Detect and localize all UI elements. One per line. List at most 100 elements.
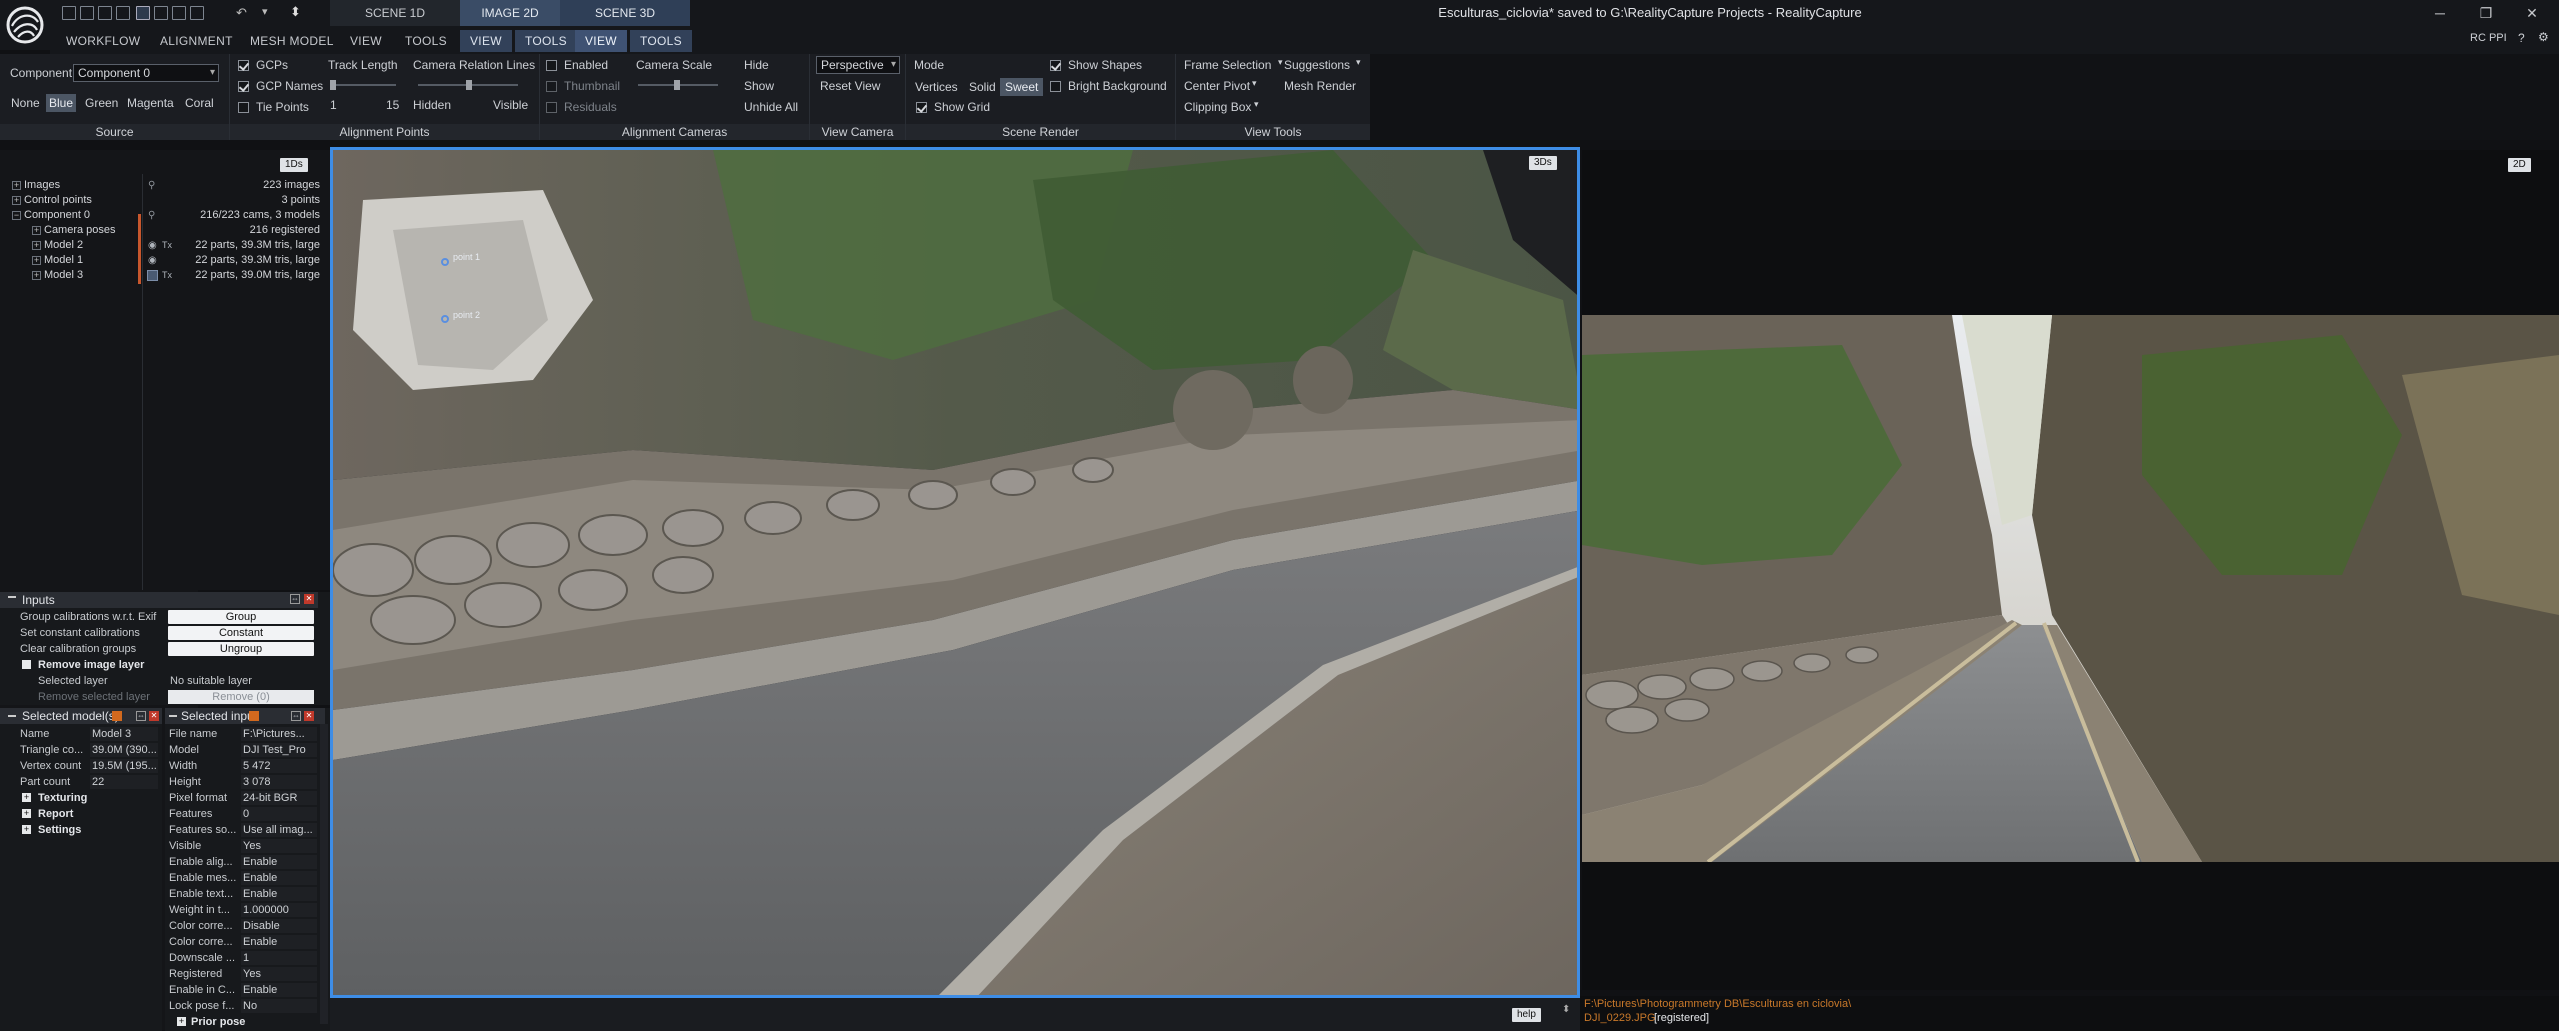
bright-background-checkbox[interactable]	[1050, 81, 1061, 92]
eye-icon[interactable]: ◉	[148, 238, 157, 253]
color-none[interactable]: None	[8, 94, 43, 112]
show-cameras-button[interactable]: Show	[744, 79, 774, 93]
realitycapture-logo-icon[interactable]	[0, 0, 50, 50]
tab-alignment[interactable]: ALIGNMENT	[150, 30, 243, 52]
tab-workflow[interactable]: WORKFLOW	[56, 30, 150, 52]
suggestions-button[interactable]: Suggestions	[1284, 58, 1350, 72]
unhide-all-button[interactable]: Unhide All	[744, 100, 798, 114]
undo-icon[interactable]: ↶	[236, 5, 247, 21]
new-project-icon[interactable]	[62, 6, 76, 20]
section-prior-pose[interactable]: Prior pose	[191, 1014, 245, 1030]
collapse-icon[interactable]	[8, 596, 16, 598]
save-icon[interactable]	[98, 6, 112, 20]
layout-grid-icon[interactable]	[154, 6, 168, 20]
tree-row-model-2[interactable]: + Model 2 ◉ Tx 22 parts, 39.3M tris, lar…	[0, 238, 330, 253]
section-toggle-icon[interactable]	[22, 660, 31, 669]
expand-icon[interactable]: +	[32, 226, 41, 235]
close-icon[interactable]: ✕	[304, 711, 314, 721]
suggestions-chevron-down-icon[interactable]: ▾	[1356, 57, 1361, 68]
enabled-checkbox[interactable]	[546, 60, 557, 71]
layout-columns-icon[interactable]	[172, 6, 186, 20]
close-button[interactable]: ✕	[2512, 0, 2552, 26]
tab-view[interactable]: VIEW	[340, 30, 392, 52]
center-pivot-chevron-down-icon[interactable]: ▾	[1252, 78, 1257, 89]
float-icon[interactable]: ⇔	[291, 711, 301, 721]
tie-points-checkbox[interactable]	[238, 102, 249, 113]
pin-panel-icon[interactable]	[112, 711, 122, 721]
expand-icon[interactable]: +	[22, 793, 31, 802]
input-prop-value[interactable]: Disable	[241, 919, 317, 933]
gcps-checkbox[interactable]	[238, 60, 249, 71]
tab-2d-tools[interactable]: TOOLS	[515, 30, 577, 52]
expand-icon[interactable]: +	[12, 181, 21, 190]
pin-icon[interactable]: ⬍	[290, 4, 301, 20]
scene-3d-render[interactable]	[333, 150, 1580, 998]
track-length-slider[interactable]	[330, 80, 396, 90]
layout-rows-icon[interactable]	[190, 6, 204, 20]
tree-row-images[interactable]: + Images ⚲ 223 images	[0, 178, 330, 193]
input-prop-value[interactable]: 1.000000	[241, 903, 317, 917]
section-report[interactable]: Report	[38, 806, 73, 822]
input-prop-value[interactable]: Enable	[241, 935, 317, 949]
component-select[interactable]: Component 0	[73, 64, 219, 82]
close-icon[interactable]: ✕	[149, 711, 159, 721]
float-icon[interactable]: ⇔	[290, 594, 300, 604]
input-prop-value[interactable]: DJI Test_Pro	[241, 743, 317, 757]
tree-row-model-3[interactable]: + Model 3 Tx 22 parts, 39.0M tris, large	[0, 268, 330, 283]
tree-row-camera-poses[interactable]: + Camera poses 216 registered	[0, 223, 330, 238]
group-button[interactable]: Group	[168, 610, 314, 624]
collapse-icon[interactable]	[169, 715, 177, 717]
color-coral[interactable]: Coral	[182, 94, 217, 112]
input-prop-value[interactable]: Yes	[241, 967, 317, 981]
view-2d-tag[interactable]: 2D	[2508, 158, 2531, 172]
frame-selection-button[interactable]: Frame Selection	[1184, 58, 1271, 72]
tab-tools[interactable]: TOOLS	[395, 30, 457, 52]
input-prop-value[interactable]: Use all imag...	[241, 823, 317, 837]
input-prop-value[interactable]: Enable	[241, 871, 317, 885]
tab-3d-tools[interactable]: TOOLS	[630, 30, 692, 52]
input-prop-value[interactable]: 1	[241, 951, 317, 965]
collapse-icon[interactable]: −	[12, 211, 21, 220]
collapse-icon[interactable]	[8, 715, 16, 717]
eye-icon[interactable]: ◉	[148, 253, 157, 268]
frame-selection-chevron-down-icon[interactable]: ▾	[1278, 57, 1283, 68]
input-prop-value[interactable]: 0	[241, 807, 317, 821]
tab-mesh-model[interactable]: MESH MODEL	[240, 30, 344, 52]
show-shapes-checkbox[interactable]	[1050, 60, 1061, 71]
tab-scene-3d[interactable]: SCENE 3D	[560, 0, 690, 26]
hide-cameras-button[interactable]: Hide	[744, 58, 769, 72]
ungroup-button[interactable]: Ungroup	[168, 642, 314, 656]
help-icon[interactable]: ?	[2518, 31, 2525, 45]
input-prop-value[interactable]: 24-bit BGR	[241, 791, 317, 805]
input-prop-value[interactable]: 5 472	[241, 759, 317, 773]
reset-view-button[interactable]: Reset View	[820, 79, 880, 93]
view-3d-tag[interactable]: 3Ds	[1529, 156, 1557, 170]
input-prop-value[interactable]: Yes	[241, 839, 317, 853]
color-magenta[interactable]: Magenta	[124, 94, 177, 112]
tab-2d-view[interactable]: VIEW	[460, 30, 512, 52]
color-blue[interactable]: Blue	[46, 94, 77, 112]
expand-icon[interactable]: +	[32, 241, 41, 250]
input-prop-value[interactable]: Enable	[241, 983, 317, 997]
quick-access-menu-icon[interactable]: ▾	[262, 5, 268, 18]
open-project-icon[interactable]	[80, 6, 94, 20]
expand-icon[interactable]: +	[12, 196, 21, 205]
tab-scene-1d[interactable]: SCENE 1D	[330, 0, 460, 26]
show-grid-checkbox[interactable]	[916, 102, 927, 113]
input-prop-value[interactable]: 3 078	[241, 775, 317, 789]
camera-scale-slider[interactable]	[638, 80, 718, 90]
tree-row-control-points[interactable]: + Control points 3 points	[0, 193, 330, 208]
residuals-checkbox[interactable]	[546, 102, 557, 113]
close-icon[interactable]: ✕	[304, 594, 314, 604]
expand-icon[interactable]: +	[32, 271, 41, 280]
float-icon[interactable]: ⇔	[136, 711, 146, 721]
pin-panel-icon[interactable]	[249, 711, 259, 721]
section-settings[interactable]: Settings	[38, 822, 81, 838]
gcp-marker-icon[interactable]	[441, 315, 449, 323]
thumbnail-checkbox[interactable]	[546, 81, 557, 92]
clipping-box-chevron-down-icon[interactable]: ▾	[1254, 99, 1259, 110]
input-prop-value[interactable]: Enable	[241, 887, 317, 901]
camera-relation-slider[interactable]	[418, 80, 518, 90]
mode-sweet[interactable]: Sweet	[1000, 78, 1044, 96]
scroll-arrows-icon[interactable]: ⬍	[1562, 1004, 1570, 1015]
